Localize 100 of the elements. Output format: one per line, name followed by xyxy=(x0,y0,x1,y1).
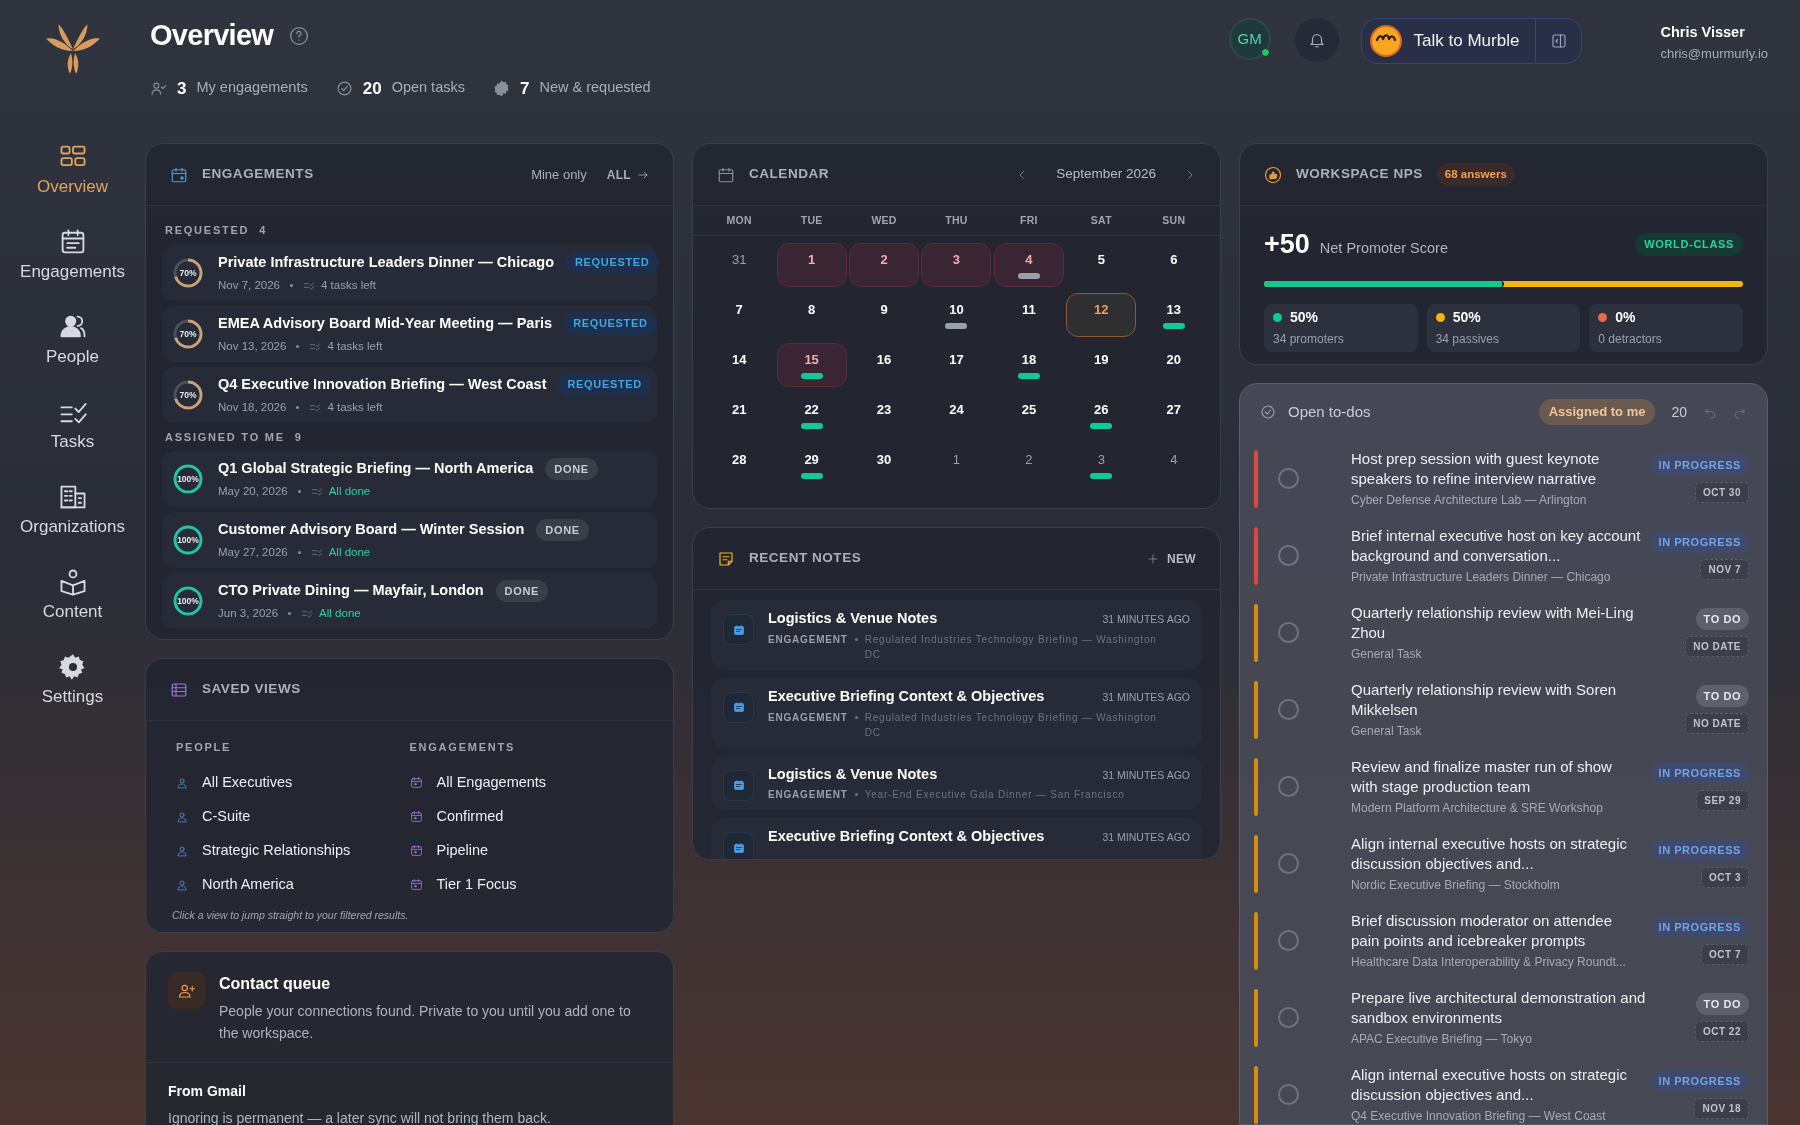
todo-item[interactable]: Brief internal executive host on key account background and conversation... Private Infrastructure Leaders Dinner — Chicago IN PROGRESS NOV 7 xyxy=(1240,517,1767,594)
todo-checkbox[interactable] xyxy=(1278,776,1299,797)
calendar-day[interactable]: 29 xyxy=(776,443,847,487)
undo-icon[interactable] xyxy=(1703,405,1717,419)
nav-item[interactable]: Engagements xyxy=(7,211,138,296)
all-link[interactable]: ALL xyxy=(606,165,649,184)
todo-checkbox[interactable] xyxy=(1278,468,1299,489)
note-item[interactable]: Executive Briefing Context & Objectives 31 MINUTES AGO ENGAGEMENT Regulated Industries Technology Briefing — Washington DC xyxy=(711,677,1202,748)
saved-view-link[interactable]: All Executives xyxy=(176,765,410,800)
calendar-day[interactable]: 12 xyxy=(1066,293,1137,337)
calendar-day[interactable]: 19 xyxy=(1066,343,1137,387)
calendar-day[interactable]: 11 xyxy=(993,293,1064,337)
note-item[interactable]: Executive Briefing Context & Objectives 31 MINUTES AGO xyxy=(711,818,1202,859)
calendar-day[interactable]: 14 xyxy=(704,343,775,387)
filter-link[interactable]: Mine only xyxy=(531,164,587,185)
todo-item[interactable]: Brief discussion moderator on attendee pain points and icebreaker prompts Healthcare Data Interoperability & Privacy Roundt... IN PROGRESS OCT 7 xyxy=(1240,902,1767,979)
engagement-item[interactable]: 100% CTO Private Dining — Mayfair, London DONE Jun 3, 2026 All done xyxy=(162,573,657,629)
calendar-day[interactable]: 26 xyxy=(1066,393,1137,437)
todo-checkbox[interactable] xyxy=(1278,622,1299,643)
calendar-day[interactable]: 17 xyxy=(921,343,992,387)
calendar-day[interactable]: 7 xyxy=(704,293,775,337)
calendar-day[interactable]: 1 xyxy=(921,443,992,487)
calendar-day[interactable]: 6 xyxy=(1138,243,1209,287)
nav-item[interactable]: People xyxy=(7,296,138,381)
calendar-day[interactable]: 23 xyxy=(849,393,920,437)
nav-item[interactable]: Content xyxy=(7,551,138,636)
table-icon xyxy=(170,680,188,699)
calendar-day[interactable]: 9 xyxy=(849,293,920,337)
calendar-day[interactable]: 5 xyxy=(1066,243,1137,287)
nav-item[interactable]: Tasks xyxy=(7,381,138,466)
engagement-item[interactable]: 100% Customer Advisory Board — Winter Session DONE May 27, 2026 All done xyxy=(162,512,657,568)
saved-view-link[interactable]: Strategic Relationships xyxy=(176,833,410,868)
calendar-day[interactable]: 25 xyxy=(993,393,1064,437)
new-note-button[interactable]: NEW xyxy=(1147,549,1196,568)
todo-item[interactable]: Align internal executive hosts on strategic discussion objectives and... Q4 Executive Innovation Briefing — West Coast IN PROGRESS NOV 18 xyxy=(1240,1056,1767,1124)
stat-label: 34 promoters xyxy=(1273,331,1345,348)
calendar-day[interactable]: 30 xyxy=(849,443,920,487)
todo-item[interactable]: Align internal executive hosts on strategic discussion objectives and... Nordic Executive Briefing — Stockholm IN PROGRESS OCT 3 xyxy=(1240,825,1767,902)
saved-view-link[interactable]: Confirmed xyxy=(409,799,643,834)
todo-item[interactable]: Review and finalize master run of show with stage production team Modern Platform Architecture & SRE Workshop IN PROGRESS SEP 29 xyxy=(1240,748,1767,825)
stat-label: 34 passives xyxy=(1435,331,1501,348)
hint-text: Click a view to jump straight to your filtered results. xyxy=(171,907,410,923)
nav-item[interactable]: Organizations xyxy=(7,466,138,551)
stat-value: 50% xyxy=(1452,308,1481,327)
saved-view-link[interactable]: C-Suite xyxy=(176,799,410,834)
saved-view-link[interactable]: Pipeline xyxy=(409,833,643,868)
note-item[interactable]: Logistics & Venue Notes 31 MINUTES AGO ENGAGEMENT Regulated Industries Technology Briefing — Washington DC xyxy=(711,600,1202,670)
todo-checkbox[interactable] xyxy=(1278,1007,1299,1028)
note-item[interactable]: Logistics & Venue Notes 31 MINUTES AGO ENGAGEMENT Year-End Executive Gala Dinner — San Francisco xyxy=(711,755,1202,811)
engagement-item[interactable]: 70% EMEA Advisory Board Mid-Year Meeting — Paris REQUESTED Nov 13, 2026 4 tasks left xyxy=(162,305,657,362)
calendar-day[interactable]: 27 xyxy=(1138,393,1209,437)
saved-view-link[interactable]: All Engagements xyxy=(409,765,643,800)
engagement-item[interactable]: 70% Private Infrastructure Leaders Dinner — Chicago REQUESTED Nov 7, 2026 4 tasks left xyxy=(162,244,657,301)
calendar-day[interactable]: 28 xyxy=(704,443,775,487)
calendar-day[interactable]: 10 xyxy=(921,293,992,337)
contact-queue-icon xyxy=(168,972,205,1009)
weekday-label: WED xyxy=(870,212,898,228)
calendar-day[interactable]: 16 xyxy=(849,343,920,387)
calendar-day[interactable]: 1 xyxy=(776,243,847,287)
todo-title: Align internal executive hosts on strategic discussion objectives and... xyxy=(1351,1064,1628,1105)
calendar-icon xyxy=(717,165,735,184)
nav-item[interactable]: Settings xyxy=(7,636,138,721)
calendar-day[interactable]: 21 xyxy=(704,393,775,437)
todo-checkbox[interactable] xyxy=(1278,545,1299,566)
avatar[interactable]: GM xyxy=(1228,18,1271,60)
calendar-day[interactable]: 18 xyxy=(993,343,1064,387)
engagement-item[interactable]: 70% Q4 Executive Innovation Briefing — West Coast REQUESTED Nov 18, 2026 4 tasks left xyxy=(162,366,657,423)
todo-checkbox[interactable] xyxy=(1278,699,1299,720)
calendar-day[interactable]: 3 xyxy=(921,243,992,287)
calendar-day[interactable]: 3 xyxy=(1066,443,1137,487)
calendar-day[interactable]: 2 xyxy=(993,443,1064,487)
calendar-day[interactable]: 15 xyxy=(776,343,847,387)
todo-item[interactable]: Quarterly relationship review with Mei-Ling Zhou General Task TO DO NO DATE xyxy=(1240,594,1767,671)
filter-chip[interactable]: Assigned to me xyxy=(1538,399,1656,425)
notifications-button[interactable] xyxy=(1294,18,1339,62)
nav-item[interactable]: Overview xyxy=(7,126,138,211)
calendar-day[interactable]: 24 xyxy=(921,393,992,437)
todo-checkbox[interactable] xyxy=(1278,853,1299,874)
calendar-day[interactable]: 4 xyxy=(1138,443,1209,487)
calendar-day[interactable]: 22 xyxy=(776,393,847,437)
todo-item[interactable]: Quarterly relationship review with Soren Mikkelsen General Task TO DO NO DATE xyxy=(1240,671,1767,748)
note-context: Regulated Industries Technology Briefing — Washington DC xyxy=(864,710,1158,740)
todo-checkbox[interactable] xyxy=(1278,1084,1299,1105)
progress-ring xyxy=(172,317,204,350)
help-icon[interactable] xyxy=(289,25,310,46)
calendar-day[interactable]: 31 xyxy=(704,243,775,287)
todo-context: APAC Executive Briefing — Tokyo xyxy=(1351,1030,1533,1048)
page-title: Overview xyxy=(150,18,274,53)
calendar-day[interactable]: 20 xyxy=(1138,343,1209,387)
calendar-day[interactable]: 4 xyxy=(993,243,1064,287)
todo-item[interactable]: Prepare live architectural demonstration and sandbox environments APAC Executive Briefing — Tokyo TO DO OCT 22 xyxy=(1240,979,1767,1056)
todo-checkbox[interactable] xyxy=(1278,930,1299,951)
calendar-day[interactable]: 13 xyxy=(1138,293,1209,337)
calendar-day[interactable]: 8 xyxy=(776,293,847,337)
calendar-day[interactable]: 2 xyxy=(849,243,920,287)
engagement-item[interactable]: 100% Q1 Global Strategic Briefing — North America DONE May 20, 2026 All done xyxy=(162,451,657,507)
redo-icon[interactable] xyxy=(1733,405,1747,419)
todo-item[interactable]: Host prep session with guest keynote speakers to refine interview narrative Cyber Defense Architecture Lab — Arlington IN PROGRESS OCT 30 xyxy=(1240,440,1767,517)
saved-view-link[interactable]: North America xyxy=(176,867,410,902)
saved-view-link[interactable]: Tier 1 Focus xyxy=(409,867,643,902)
